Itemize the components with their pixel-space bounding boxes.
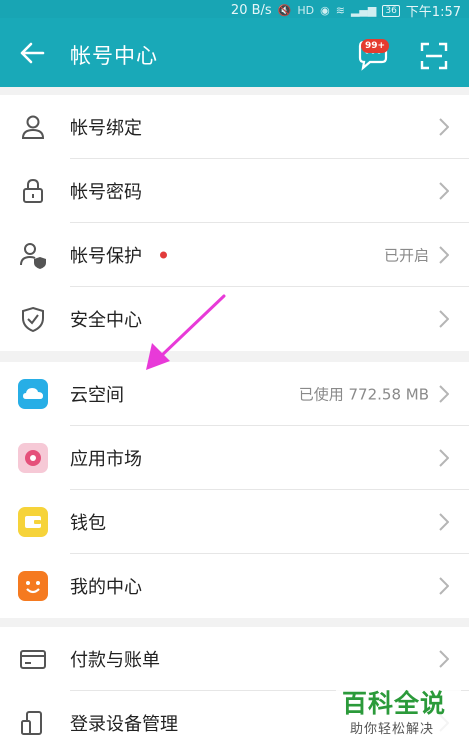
signal-icon: ▂▄▆ bbox=[350, 4, 377, 17]
back-arrow-icon bbox=[20, 42, 45, 64]
eye-icon: ◉ bbox=[320, 4, 330, 17]
person-icon bbox=[18, 112, 48, 142]
cloud-icon bbox=[18, 379, 48, 409]
appmarket-icon bbox=[18, 443, 48, 473]
row-label: 登录设备管理 bbox=[70, 714, 178, 735]
network-speed: 20 B/s bbox=[230, 3, 272, 18]
chevron-right-icon bbox=[439, 385, 449, 403]
mute-icon: 🔇 bbox=[277, 4, 292, 17]
row-label: 应用市场 bbox=[70, 449, 142, 470]
person-shield-icon bbox=[18, 240, 48, 270]
account-section: 帐号绑定 帐号密码 帐号保护 已开启 安全中心 bbox=[0, 95, 469, 351]
row-label: 钱包 bbox=[70, 513, 106, 534]
app-bar: 帐号中心 99+ bbox=[0, 18, 469, 87]
lock-icon bbox=[18, 176, 48, 206]
hd-icon: HD bbox=[297, 4, 315, 17]
wifi-icon: ≋ bbox=[335, 4, 345, 17]
chevron-right-icon bbox=[439, 246, 449, 264]
watermark-logo: 百科全说 助你轻松解决 bbox=[336, 682, 461, 742]
wallet-icon bbox=[18, 507, 48, 537]
services-section: 云空间 已使用 772.58 MB 应用市场 钱包 我的中心 bbox=[0, 362, 469, 618]
back-button[interactable] bbox=[14, 38, 50, 68]
row-label: 安全中心 bbox=[70, 310, 142, 331]
app-market-row[interactable]: 应用市场 bbox=[0, 426, 469, 490]
security-center-row[interactable]: 安全中心 bbox=[0, 287, 469, 351]
row-label: 我的中心 bbox=[70, 577, 142, 598]
watermark-subtitle: 助你轻松解决 bbox=[350, 722, 435, 737]
status-bar: 20 B/s 🔇 HD ◉ ≋ ▂▄▆ 36 下午1:57 bbox=[0, 0, 469, 20]
account-binding-row[interactable]: 帐号绑定 bbox=[0, 95, 469, 159]
smile-icon bbox=[18, 571, 48, 601]
row-label: 付款与账单 bbox=[70, 650, 160, 671]
chevron-right-icon bbox=[439, 650, 449, 668]
battery-icon: 36 bbox=[382, 4, 400, 17]
message-count-badge: 99+ bbox=[361, 39, 390, 53]
row-label: 帐号保护 bbox=[70, 246, 142, 267]
chevron-right-icon bbox=[439, 577, 449, 595]
chevron-right-icon bbox=[439, 118, 449, 136]
my-center-row[interactable]: 我的中心 bbox=[0, 554, 469, 618]
row-label: 云空间 bbox=[70, 385, 124, 406]
row-label: 帐号绑定 bbox=[70, 118, 142, 139]
row-value: 已开启 bbox=[383, 246, 429, 265]
account-password-row[interactable]: 帐号密码 bbox=[0, 159, 469, 223]
wallet-row[interactable]: 钱包 bbox=[0, 490, 469, 554]
scan-icon bbox=[420, 42, 448, 70]
devices-icon bbox=[18, 708, 48, 738]
account-protection-row[interactable]: 帐号保护 已开启 bbox=[0, 223, 469, 287]
shield-icon bbox=[18, 304, 48, 334]
row-label: 帐号密码 bbox=[70, 182, 142, 203]
alert-dot bbox=[160, 251, 167, 259]
page-title: 帐号中心 bbox=[70, 44, 158, 68]
chevron-right-icon bbox=[439, 449, 449, 467]
chevron-right-icon bbox=[439, 513, 449, 531]
watermark-title: 百科全说 bbox=[342, 689, 447, 718]
chevron-right-icon bbox=[439, 310, 449, 328]
scan-button[interactable] bbox=[420, 42, 448, 70]
chevron-right-icon bbox=[439, 182, 449, 200]
cloud-space-row[interactable]: 云空间 已使用 772.58 MB bbox=[0, 362, 469, 426]
card-icon bbox=[18, 644, 48, 674]
row-value: 已使用 772.58 MB bbox=[298, 385, 429, 404]
